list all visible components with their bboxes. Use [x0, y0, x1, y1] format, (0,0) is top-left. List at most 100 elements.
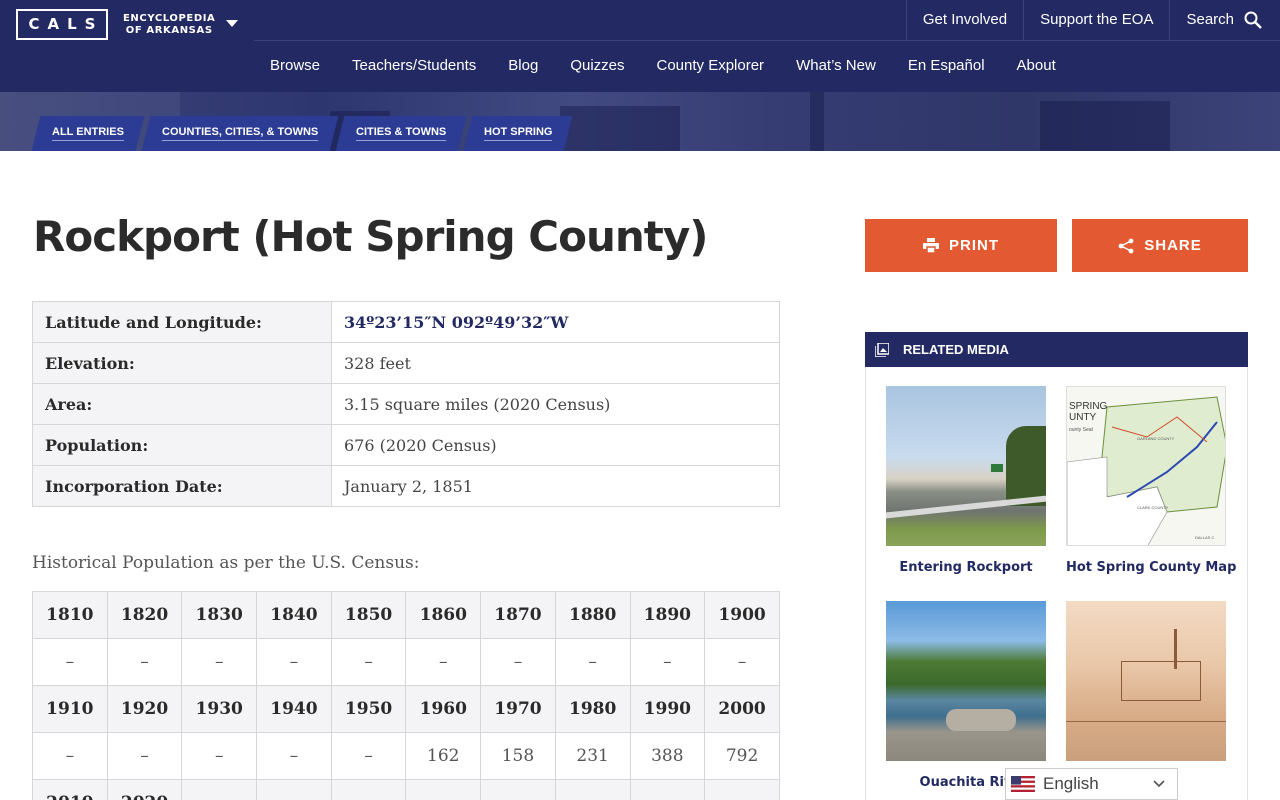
sawmill-illustration[interactable]	[1066, 601, 1226, 761]
census-year: 1860	[405, 591, 482, 639]
ground-line	[1066, 721, 1226, 722]
fact-label: Elevation:	[32, 342, 332, 384]
table-row: Elevation: 328 feet	[32, 342, 780, 384]
census-pop: –	[181, 732, 258, 780]
census-pop: –	[554, 638, 631, 686]
media-item[interactable]: Entering Rockport	[886, 386, 1046, 575]
table-row: 1810 1820 1830 1840 1850 1860 1870 1880 …	[32, 591, 780, 639]
media-item[interactable]: SPRING UNTY ounty Seat GARLAND COUNTY CL…	[1066, 386, 1236, 575]
language-label: English	[1043, 774, 1099, 793]
table-row: – – – – – – – – – –	[32, 638, 780, 686]
utility-nav: Get Involved Support the EOA Search	[905, 0, 1280, 40]
coordinates-link[interactable]: 34º23’15″N 092º49’32″W	[331, 301, 780, 343]
support-link[interactable]: Support the EOA	[1023, 0, 1169, 40]
map-graphic: SPRING UNTY ounty Seat GARLAND COUNTY CL…	[1067, 396, 1225, 545]
census-pop: –	[480, 638, 556, 686]
breadcrumb-all-entries[interactable]: ALL ENTRIES	[31, 116, 145, 151]
printer-icon	[923, 238, 939, 253]
related-media-title: RELATED MEDIA	[903, 342, 1009, 357]
census-year: 1970	[480, 685, 556, 733]
census-pop: –	[32, 638, 108, 686]
census-pop: –	[106, 732, 183, 780]
banner-building	[1040, 101, 1170, 151]
page-title: Rockport (Hot Spring County)	[33, 212, 708, 261]
census-year: 1930	[181, 685, 258, 733]
county-map-image[interactable]: SPRING UNTY ounty Seat GARLAND COUNTY CL…	[1066, 386, 1226, 546]
cals-logo[interactable]: CALS	[16, 9, 108, 40]
breadcrumb: ALL ENTRIES COUNTIES, CITIES, & TOWNS CI…	[31, 116, 575, 151]
breadcrumb-hot-spring[interactable]: HOT SPRING	[464, 116, 574, 151]
map-label: CLARK COUNTY	[1137, 505, 1169, 510]
nav-teachers-students[interactable]: Teachers/Students	[336, 41, 492, 91]
site-name[interactable]: ENCYCLOPEDIA OF ARKANSAS	[123, 13, 215, 37]
nav-browse[interactable]: Browse	[254, 41, 336, 91]
census-year	[554, 779, 631, 800]
census-pop: 388	[629, 732, 706, 780]
print-button[interactable]: PRINT	[865, 219, 1057, 272]
facts-table: Latitude and Longitude: 34º23’15″N 092º4…	[32, 301, 780, 507]
census-year: 1850	[330, 591, 407, 639]
search-button[interactable]: Search	[1169, 0, 1280, 40]
search-icon	[1244, 11, 1262, 29]
media-item[interactable]: Ouachita Riv	[886, 601, 1046, 790]
nav-quizzes[interactable]: Quizzes	[554, 41, 640, 91]
print-label: PRINT	[949, 237, 999, 254]
banner-building	[560, 106, 680, 151]
breadcrumb-counties[interactable]: COUNTIES, CITIES, & TOWNS	[141, 116, 339, 151]
census-year: 2000	[704, 685, 780, 733]
rock-shape	[946, 709, 1016, 731]
census-year: 1880	[554, 591, 631, 639]
census-year	[480, 779, 556, 800]
ouachita-river-photo[interactable]	[886, 601, 1046, 761]
census-pop: –	[330, 732, 407, 780]
census-year: 1900	[704, 591, 780, 639]
map-label: DALLAS C	[1195, 535, 1214, 540]
census-year	[405, 779, 482, 800]
breadcrumb-cities-towns[interactable]: CITIES & TOWNS	[335, 116, 467, 151]
map-label: SPRING	[1069, 401, 1108, 412]
census-caption: Historical Population as per the U.S. Ce…	[32, 553, 420, 573]
site-name-line2: OF ARKANSAS	[125, 25, 213, 36]
fact-label: Incorporation Date:	[32, 465, 332, 507]
media-caption[interactable]: Hot Spring County Map	[1066, 560, 1236, 575]
census-year	[330, 779, 407, 800]
census-pop: –	[629, 638, 706, 686]
census-year	[629, 779, 706, 800]
media-item[interactable]: mill	[1066, 601, 1226, 790]
entering-rockport-photo[interactable]	[886, 386, 1046, 546]
fact-value: 328 feet	[331, 342, 780, 384]
hero-banner: ALL ENTRIES COUNTIES, CITIES, & TOWNS CI…	[0, 92, 1280, 151]
table-row: – – – – – 162 158 231 388 792	[32, 732, 780, 780]
census-year: 1820	[106, 591, 183, 639]
share-button[interactable]: SHARE	[1072, 219, 1248, 272]
fact-value: 676 (2020 Census)	[331, 424, 780, 466]
chimney-shape	[1174, 629, 1177, 669]
census-year	[256, 779, 332, 800]
census-year: 1950	[330, 685, 407, 733]
census-year: 1810	[32, 591, 108, 639]
chevron-down-icon[interactable]	[226, 20, 238, 27]
fact-label: Population:	[32, 424, 332, 466]
breadcrumb-label: ALL ENTRIES	[52, 126, 124, 141]
table-row: Latitude and Longitude: 34º23’15″N 092º4…	[32, 301, 780, 343]
census-year: 1940	[256, 685, 332, 733]
road-sign-shape	[991, 464, 1003, 472]
census-year	[704, 779, 780, 800]
language-selector[interactable]: English	[1005, 768, 1178, 800]
fact-value: January 2, 1851	[331, 465, 780, 507]
census-year: 2010	[32, 779, 108, 800]
fact-label: Area:	[32, 383, 332, 425]
census-pop: –	[181, 638, 258, 686]
nav-blog[interactable]: Blog	[492, 41, 554, 91]
nav-whats-new[interactable]: What’s New	[780, 41, 892, 91]
nav-about[interactable]: About	[1001, 41, 1072, 91]
nav-en-espanol[interactable]: En Español	[892, 41, 1001, 91]
get-involved-link[interactable]: Get Involved	[905, 0, 1023, 40]
table-row: Population: 676 (2020 Census)	[32, 424, 780, 466]
census-table: 1810 1820 1830 1840 1850 1860 1870 1880 …	[32, 591, 780, 800]
media-caption[interactable]: Entering Rockport	[886, 560, 1046, 575]
tree-shape	[1006, 426, 1046, 506]
share-label: SHARE	[1144, 237, 1202, 254]
related-media-header: RELATED MEDIA	[865, 332, 1248, 367]
nav-county-explorer[interactable]: County Explorer	[641, 41, 781, 91]
